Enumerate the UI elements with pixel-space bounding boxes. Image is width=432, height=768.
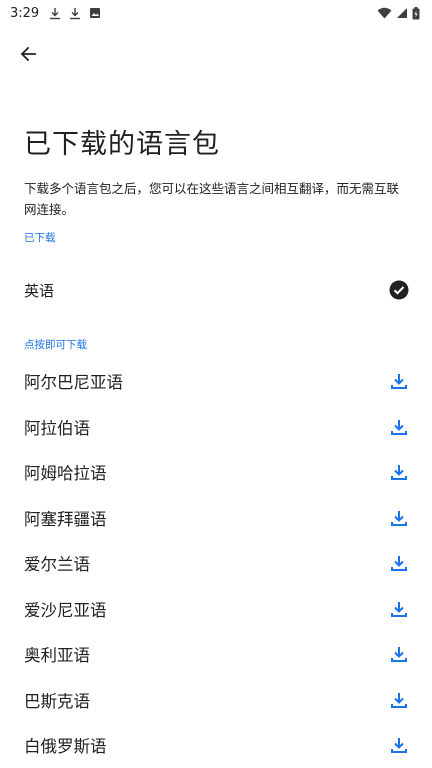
language-row[interactable]: 巴斯克语 bbox=[0, 677, 432, 723]
back-button[interactable] bbox=[12, 38, 44, 70]
check-circle-icon bbox=[388, 279, 410, 301]
language-row[interactable]: 阿塞拜疆语 bbox=[0, 495, 432, 541]
language-label: 巴斯克语 bbox=[24, 692, 90, 711]
download-icon[interactable] bbox=[388, 734, 410, 756]
language-label: 英语 bbox=[24, 281, 55, 300]
download-icon[interactable] bbox=[388, 643, 410, 665]
language-row[interactable]: 爱尔兰语 bbox=[0, 540, 432, 586]
wifi-icon bbox=[377, 7, 392, 19]
language-row[interactable]: 白俄罗斯语 bbox=[0, 722, 432, 768]
download-icon[interactable] bbox=[388, 461, 410, 483]
language-label: 阿尔巴尼亚语 bbox=[24, 373, 123, 392]
language-row[interactable]: 阿姆哈拉语 bbox=[0, 449, 432, 495]
battery-icon bbox=[412, 6, 420, 19]
download-notification-icon bbox=[70, 7, 81, 19]
arrow-back-icon bbox=[20, 46, 36, 62]
language-label: 白俄罗斯语 bbox=[24, 737, 107, 756]
language-row-english[interactable]: 英语 bbox=[0, 267, 432, 313]
download-icon[interactable] bbox=[388, 416, 410, 438]
language-row[interactable]: 阿拉伯语 bbox=[0, 404, 432, 450]
download-icon[interactable] bbox=[388, 598, 410, 620]
download-notification-icon bbox=[50, 7, 61, 19]
page-description: 下载多个语言包之后，您可以在这些语言之间相互翻译，而无需互联网连接。 bbox=[24, 181, 400, 217]
language-label: 阿塞拜疆语 bbox=[24, 510, 107, 529]
section-header-downloaded: 已下载 bbox=[24, 232, 56, 244]
language-row[interactable]: 爱沙尼亚语 bbox=[0, 586, 432, 632]
download-icon[interactable] bbox=[388, 689, 410, 711]
download-icon[interactable] bbox=[388, 370, 410, 392]
language-label: 阿拉伯语 bbox=[24, 419, 90, 438]
download-icon[interactable] bbox=[388, 507, 410, 529]
page-title: 已下载的语言包 bbox=[24, 129, 220, 160]
language-label: 奥利亚语 bbox=[24, 646, 90, 665]
language-row[interactable]: 奥利亚语 bbox=[0, 631, 432, 677]
signal-icon bbox=[397, 8, 407, 18]
image-notification-icon bbox=[90, 8, 101, 18]
notification-icons bbox=[49, 7, 101, 20]
section-header-tap-to-download: 点按即可下载 bbox=[24, 339, 87, 351]
language-row[interactable]: 阿尔巴尼亚语 bbox=[0, 358, 432, 404]
language-label: 阿姆哈拉语 bbox=[24, 464, 107, 483]
download-icon[interactable] bbox=[388, 552, 410, 574]
language-label: 爱尔兰语 bbox=[24, 555, 90, 574]
language-label: 爱沙尼亚语 bbox=[24, 601, 107, 620]
status-bar: 3:29 bbox=[0, 0, 432, 26]
system-icons bbox=[377, 6, 420, 20]
status-time: 3:29 bbox=[10, 5, 40, 21]
